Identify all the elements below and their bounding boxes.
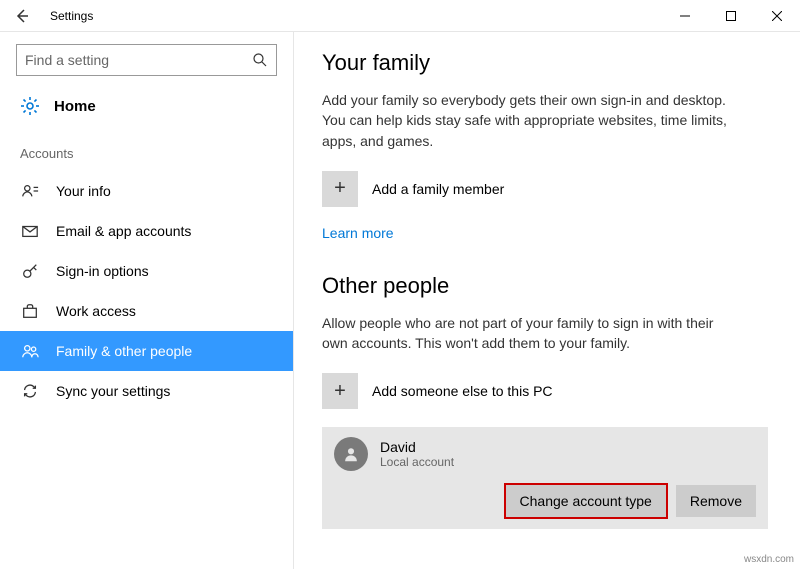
add-family-member[interactable]: + Add a family member [322,171,768,207]
people-icon [20,341,40,361]
sidebar-item-family-other-people[interactable]: Family & other people [0,331,293,371]
user-card[interactable]: David Local account Change account type … [322,427,768,529]
arrow-left-icon [14,8,30,24]
learn-more-link[interactable]: Learn more [322,225,394,241]
change-account-type-button[interactable]: Change account type [506,485,666,517]
sync-icon [20,381,40,401]
sidebar-item-email-accounts[interactable]: Email & app accounts [0,211,293,251]
maximize-button[interactable] [708,0,754,32]
add-other-label: Add someone else to this PC [372,383,553,399]
nav-label: Sign-in options [56,263,149,279]
close-button[interactable] [754,0,800,32]
window-title: Settings [44,9,93,23]
sidebar-item-your-info[interactable]: Your info [0,171,293,211]
nav-label: Email & app accounts [56,223,191,239]
sidebar-item-work-access[interactable]: Work access [0,291,293,331]
add-family-label: Add a family member [372,181,504,197]
other-people-description: Allow people who are not part of your fa… [322,313,742,354]
plus-icon: + [322,171,358,207]
family-heading: Your family [322,50,768,76]
nav-label: Sync your settings [56,383,170,399]
remove-user-button[interactable]: Remove [676,485,756,517]
plus-icon: + [322,373,358,409]
add-other-user[interactable]: + Add someone else to this PC [322,373,768,409]
titlebar: Settings [0,0,800,32]
user-actions: Change account type Remove [334,485,756,517]
person-badge-icon [20,181,40,201]
nav-label: Your info [56,183,111,199]
close-icon [772,11,782,21]
content-panel: Your family Add your family so everybody… [294,32,800,569]
minimize-button[interactable] [662,0,708,32]
family-description: Add your family so everybody gets their … [322,90,742,151]
minimize-icon [680,11,690,21]
user-name: David [380,439,454,455]
back-button[interactable] [0,0,44,32]
sidebar: Home Accounts Your info Email & app acco… [0,32,294,569]
home-label: Home [54,98,96,115]
avatar [334,437,368,471]
maximize-icon [726,11,736,21]
sidebar-item-signin-options[interactable]: Sign-in options [0,251,293,291]
briefcase-icon [20,301,40,321]
sidebar-item-sync-settings[interactable]: Sync your settings [0,371,293,411]
user-header: David Local account [334,437,756,471]
mail-icon [20,221,40,241]
nav-label: Family & other people [56,343,192,359]
other-people-heading: Other people [322,273,768,299]
search-box[interactable] [16,44,277,76]
gear-icon [20,96,40,116]
search-input[interactable] [25,52,252,68]
home-item[interactable]: Home [0,90,293,128]
watermark: wsxdn.com [744,554,794,565]
key-icon [20,261,40,281]
main-layout: Home Accounts Your info Email & app acco… [0,32,800,569]
nav-label: Work access [56,303,136,319]
user-account-type: Local account [380,455,454,469]
section-label: Accounts [0,128,293,171]
user-icon [342,445,360,463]
search-icon [252,52,268,68]
